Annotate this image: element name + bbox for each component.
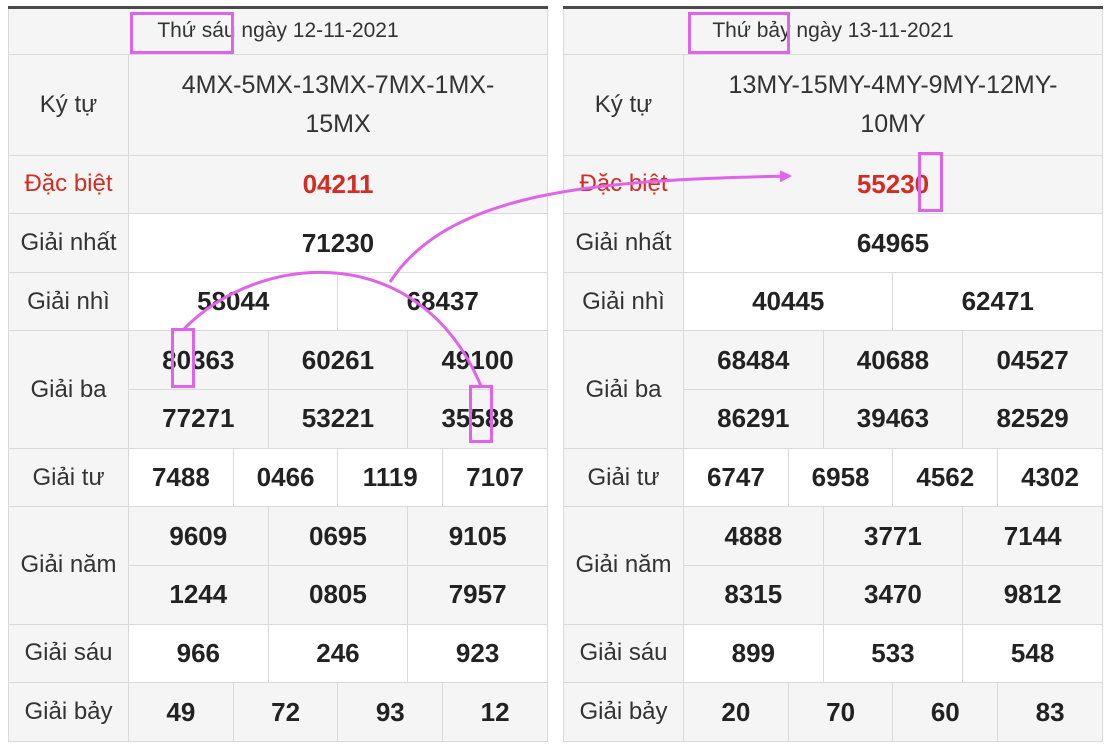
row-label-giai-sau: Giải sáu — [8, 623, 129, 684]
third-prize-value: 77271 — [128, 389, 269, 449]
row-label-giai-nam: Giải năm — [8, 506, 129, 625]
fifth-prize-value: 0805 — [267, 564, 409, 625]
third-prize-value: 80363 — [128, 330, 269, 391]
fourth-prize-value: 0466 — [232, 447, 339, 508]
seventh-prize-value: 12 — [442, 682, 548, 742]
third-prize-value: 82529 — [962, 389, 1103, 449]
seventh-prize-value: 93 — [337, 682, 444, 742]
fourth-prize-value: 6747 — [683, 447, 789, 508]
header-date: ngày 12-11-2021 — [235, 19, 399, 43]
header-day: Thứ bảy — [712, 19, 791, 43]
sixth-prize-value: 246 — [267, 623, 409, 684]
row-label-dac-biet: Đặc biệt — [8, 154, 129, 215]
second-prize-value: 68437 — [337, 271, 548, 332]
row-label-giai-nam: Giải năm — [563, 506, 684, 625]
header-date: ngày 13-11-2021 — [790, 19, 954, 43]
sixth-prize-value: 533 — [822, 623, 964, 684]
third-prize-value: 53221 — [267, 389, 409, 449]
sixth-prize-value: 548 — [962, 623, 1103, 684]
fourth-prize-value: 1119 — [337, 447, 444, 508]
row-label-giai-nhi: Giải nhì — [8, 271, 129, 332]
fourth-prize-value: 4302 — [997, 447, 1103, 508]
row-label-giai-bay: Giải bảy — [8, 682, 129, 742]
lottery-table-left: Thứ sáu ngày 12-11-2021 Ký tự 4MX-5MX-13… — [8, 6, 548, 742]
third-prize-value: 68484 — [683, 330, 824, 391]
fifth-prize-value: 3771 — [822, 506, 964, 566]
header-day: Thứ sáu — [157, 19, 236, 43]
special-prize-value: 04211 — [128, 154, 548, 215]
fifth-prize-value: 7957 — [407, 564, 548, 625]
row-label-ky-tu: Ký tự — [563, 53, 684, 156]
sixth-prize-value: 966 — [128, 623, 269, 684]
third-prize-value: 60261 — [267, 330, 409, 391]
first-prize-value: 64965 — [683, 213, 1103, 273]
seventh-prize-value: 60 — [892, 682, 999, 742]
fourth-prize-value: 7488 — [128, 447, 234, 508]
fifth-prize-value: 9105 — [407, 506, 548, 566]
table-header-date: Thứ bảy ngày 13-11-2021 — [563, 6, 1103, 55]
third-prize-value: 86291 — [683, 389, 824, 449]
row-label-giai-nhi: Giải nhì — [563, 271, 684, 332]
fifth-prize-value: 1244 — [128, 564, 269, 625]
second-prize-value: 62471 — [892, 271, 1103, 332]
fourth-prize-value: 4562 — [892, 447, 999, 508]
row-label-giai-ba: Giải ba — [8, 330, 129, 449]
row-label-giai-ba: Giải ba — [563, 330, 684, 449]
row-label-ky-tu: Ký tự — [8, 53, 129, 156]
fifth-prize-value: 7144 — [962, 506, 1103, 566]
sixth-prize-value: 923 — [407, 623, 548, 684]
seventh-prize-value: 70 — [787, 682, 894, 742]
row-label-giai-nhat: Giải nhất — [8, 213, 129, 273]
fifth-prize-value: 4888 — [683, 506, 824, 566]
row-label-dac-biet: Đặc biệt — [563, 154, 684, 215]
fourth-prize-value: 7107 — [442, 447, 548, 508]
row-label-giai-bay: Giải bảy — [563, 682, 684, 742]
seventh-prize-value: 49 — [128, 682, 234, 742]
seventh-prize-value: 83 — [997, 682, 1103, 742]
ky-tu-value: 4MX-5MX-13MX-7MX-1MX- 15MX — [128, 53, 548, 156]
second-prize-value: 58044 — [127, 271, 339, 332]
fifth-prize-value: 0695 — [267, 506, 409, 566]
fourth-prize-value: 6958 — [787, 447, 894, 508]
first-prize-value: 71230 — [128, 213, 548, 273]
third-prize-value: 04527 — [962, 330, 1103, 391]
fifth-prize-value: 3470 — [822, 564, 964, 625]
seventh-prize-value: 72 — [232, 682, 339, 742]
row-label-giai-tu: Giải tư — [8, 447, 129, 508]
table-header-date: Thứ sáu ngày 12-11-2021 — [8, 6, 548, 55]
ky-tu-value: 13MY-15MY-4MY-9MY-12MY- 10MY — [683, 53, 1103, 156]
row-label-giai-tu: Giải tư — [563, 447, 684, 508]
lottery-table-right: Thứ bảy ngày 13-11-2021 Ký tự 13MY-15MY-… — [563, 6, 1103, 742]
fifth-prize-value: 9812 — [962, 564, 1103, 625]
row-label-giai-nhat: Giải nhất — [563, 213, 684, 273]
third-prize-value: 39463 — [822, 389, 964, 449]
fifth-prize-value: 8315 — [683, 564, 824, 625]
special-prize-value: 55230 — [683, 154, 1103, 215]
fifth-prize-value: 9609 — [128, 506, 269, 566]
sixth-prize-value: 899 — [683, 623, 824, 684]
row-label-giai-sau: Giải sáu — [563, 623, 684, 684]
third-prize-value: 40688 — [822, 330, 964, 391]
third-prize-value: 35588 — [407, 389, 548, 449]
third-prize-value: 49100 — [407, 330, 548, 391]
seventh-prize-value: 20 — [683, 682, 789, 742]
second-prize-value: 40445 — [682, 271, 894, 332]
